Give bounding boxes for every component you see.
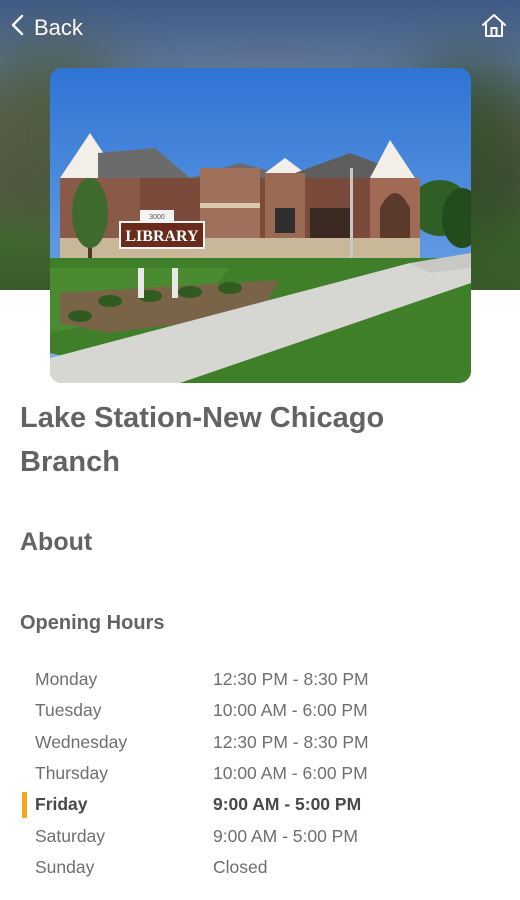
day-label: Tuesday xyxy=(35,700,102,721)
hours-value: 12:30 PM - 8:30 PM xyxy=(213,731,369,752)
hours-value: 9:00 AM - 5:00 PM xyxy=(213,825,358,846)
day-label: Thursday xyxy=(35,763,108,784)
hours-value: 10:00 AM - 6:00 PM xyxy=(213,763,368,784)
hours-row-thursday: Thursday 10:00 AM - 6:00 PM xyxy=(0,758,520,789)
hours-row-saturday: Saturday 9:00 AM - 5:00 PM xyxy=(0,820,520,851)
day-label: Saturday xyxy=(35,825,106,846)
hours-value: Closed xyxy=(213,856,268,877)
opening-hours-list: Monday 12:30 PM - 8:30 PM Tuesday 10:00 … xyxy=(0,664,520,883)
today-marker xyxy=(22,792,27,819)
sign-label: LIBRARY xyxy=(125,228,199,245)
hours-row-friday: Friday 9:00 AM - 5:00 PM xyxy=(0,789,520,820)
back-label: Back xyxy=(34,15,83,40)
hours-row-wednesday: Wednesday 12:30 PM - 8:30 PM xyxy=(0,727,520,758)
day-label: Friday xyxy=(35,794,88,815)
hours-row-tuesday: Tuesday 10:00 AM - 6:00 PM xyxy=(0,695,520,726)
branch-photo: 3000 LIBRARY xyxy=(50,68,471,383)
hours-value: 9:00 AM - 5:00 PM xyxy=(213,794,362,815)
about-heading: About xyxy=(20,528,93,556)
opening-hours-heading: Opening Hours xyxy=(20,612,165,634)
hours-value: 10:00 AM - 6:00 PM xyxy=(213,700,368,721)
day-label: Sunday xyxy=(35,856,95,877)
branch-title: Lake Station-New Chicago Branch xyxy=(20,402,385,478)
day-label: Monday xyxy=(35,669,98,690)
hours-value: 12:30 PM - 8:30 PM xyxy=(213,669,369,690)
top-bar: Back xyxy=(0,0,520,56)
home-button[interactable] xyxy=(480,12,508,45)
day-label: Wednesday xyxy=(35,731,128,752)
back-button[interactable]: Back xyxy=(10,14,83,42)
home-icon xyxy=(480,13,508,44)
hours-row-monday: Monday 12:30 PM - 8:30 PM xyxy=(0,664,520,695)
sign-number: 3000 xyxy=(149,214,165,221)
chevron-left-icon xyxy=(10,14,26,42)
hours-row-sunday: Sunday Closed xyxy=(0,852,520,883)
